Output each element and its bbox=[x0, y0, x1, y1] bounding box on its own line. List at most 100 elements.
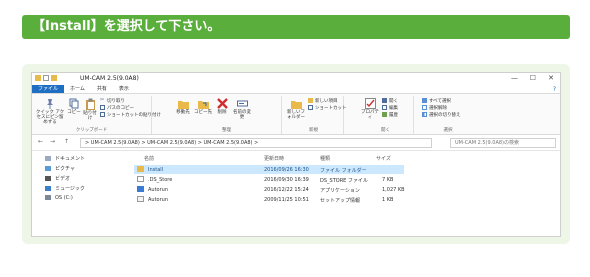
open-icon bbox=[382, 98, 387, 103]
group-new: 新しいフォルダー 新しい項目 ショートカット 新規 bbox=[284, 96, 347, 134]
file-size: 1 KB bbox=[382, 197, 394, 203]
maximize-button[interactable]: ☐ bbox=[530, 74, 536, 82]
nav-item-documents[interactable]: ドキュメント bbox=[45, 155, 85, 162]
properties-icon[interactable] bbox=[43, 75, 49, 81]
copy-button[interactable]: コピー bbox=[67, 98, 81, 115]
setup-info-icon bbox=[137, 196, 144, 202]
music-icon bbox=[45, 186, 51, 191]
tab-view[interactable]: 表示 bbox=[113, 85, 135, 93]
history-icon bbox=[382, 112, 387, 117]
file-name: Autorun bbox=[148, 197, 169, 203]
file-name: .DS_Store bbox=[148, 177, 173, 183]
cut-button[interactable]: ✂ 切り取り bbox=[100, 98, 125, 105]
pin-icon bbox=[47, 99, 53, 109]
file-type: DS_STORE ファイル bbox=[320, 178, 368, 184]
file-type: ファイル フォルダー bbox=[320, 168, 367, 174]
close-button[interactable]: ✕ bbox=[548, 74, 554, 82]
shortcut-icon bbox=[100, 112, 105, 117]
drive-icon bbox=[45, 195, 51, 200]
select-all-button[interactable]: すべて選択 bbox=[422, 98, 451, 105]
select-all-icon bbox=[422, 98, 427, 103]
window-title: UM-CAM 2.5(9.0A8) bbox=[80, 75, 139, 82]
file-row-ds-store[interactable]: .DS_Store 2016/09/30 16:39 DS_STORE ファイル… bbox=[134, 175, 404, 184]
group-label-clipboard: クリップボード bbox=[75, 128, 108, 133]
file-row-autorun-inf[interactable]: Autorun 2009/11/25 10:51 セットアップ情報 1 KB bbox=[134, 195, 404, 204]
nav-item-videos[interactable]: ビデオ bbox=[45, 175, 70, 182]
forward-button[interactable]: → bbox=[50, 138, 55, 145]
new-item-button[interactable]: 新しい項目 bbox=[308, 98, 338, 105]
rename-icon bbox=[236, 100, 248, 107]
pin-quick-access-button[interactable]: クイック アクセスにピン留めする bbox=[35, 98, 65, 125]
move-folder-icon bbox=[177, 101, 189, 109]
delete-button[interactable]: 削除 bbox=[214, 98, 230, 115]
ribbon: クイック アクセスにピン留めする コピー 貼り付け ✂ 切り取り パスのコピー シ… bbox=[32, 94, 560, 135]
file-size: 1,027 KB bbox=[382, 187, 405, 193]
new-folder-icon[interactable] bbox=[51, 75, 57, 81]
group-open: プロパティ 開く 編集 履歴 開く bbox=[358, 96, 414, 134]
tab-file[interactable]: ファイル bbox=[32, 85, 65, 93]
nav-item-music[interactable]: ミュージック bbox=[45, 185, 85, 192]
history-button[interactable]: 履歴 bbox=[382, 112, 398, 119]
file-name: Autorun bbox=[148, 187, 169, 193]
file-row-autorun-exe[interactable]: Autorun 2016/12/22 15:24 アプリケーション 1,027 … bbox=[134, 185, 405, 194]
nav-item-pictures[interactable]: ピクチャ bbox=[45, 165, 75, 172]
new-item-icon bbox=[308, 98, 313, 103]
title-bar: UM-CAM 2.5(9.0A8) — ☐ ✕ bbox=[32, 73, 560, 85]
column-header-date[interactable]: 更新日時 bbox=[264, 155, 284, 162]
ribbon-tabs: ファイル ホーム 共有 表示 ? bbox=[32, 85, 560, 94]
help-icon[interactable]: ? bbox=[553, 85, 556, 94]
easy-access-button[interactable]: ショートカット bbox=[308, 105, 347, 112]
address-bar-row: ← → ↑ > UM-CAM 2.5(9.0A8) > UM-CAM 2.5(9… bbox=[32, 135, 560, 151]
application-icon bbox=[137, 186, 144, 192]
nav-item-os-drive[interactable]: OS (C:) bbox=[45, 195, 73, 201]
back-button[interactable]: ← bbox=[38, 138, 43, 145]
copy-folder-icon bbox=[197, 101, 209, 109]
new-folder-button[interactable]: 新しいフォルダー bbox=[286, 98, 306, 120]
navigation-pane: ドキュメント ピクチャ ビデオ ミュージック OS (C:) bbox=[32, 152, 128, 236]
group-select: すべて選択 選択解除 選択の切り替え 選択 bbox=[418, 96, 478, 134]
column-header-type[interactable]: 種類 bbox=[320, 155, 330, 162]
scissors-icon: ✂ bbox=[100, 97, 105, 103]
tab-share[interactable]: 共有 bbox=[91, 85, 113, 93]
properties-button[interactable]: プロパティ bbox=[360, 98, 380, 120]
search-input[interactable]: UM-CAM 2.5(9.0A8)の検索 bbox=[450, 138, 556, 148]
invert-selection-icon bbox=[422, 112, 427, 117]
group-organize: 移動先 コピー先 削除 名前の変更 整理 bbox=[172, 96, 282, 134]
properties-check-icon bbox=[364, 98, 376, 109]
invert-selection-button[interactable]: 選択の切り替え bbox=[422, 112, 461, 119]
documents-icon bbox=[45, 156, 51, 161]
file-date: 2016/09/30 16:39 bbox=[264, 177, 309, 183]
move-to-button[interactable]: 移動先 bbox=[174, 98, 192, 115]
select-none-button[interactable]: 選択解除 bbox=[422, 105, 447, 112]
file-type: アプリケーション bbox=[320, 188, 360, 194]
open-button[interactable]: 開く bbox=[382, 98, 398, 105]
address-bar[interactable]: > UM-CAM 2.5(9.0A8) > UM-CAM 2.5(9.0A8) … bbox=[80, 138, 432, 148]
tab-home[interactable]: ホーム bbox=[64, 85, 91, 93]
file-type: セットアップ情報 bbox=[320, 198, 361, 204]
file-row-install[interactable]: Install 2016/09/26 16:30 ファイル フォルダー bbox=[134, 165, 404, 174]
clipboard-icon bbox=[85, 98, 95, 110]
up-button[interactable]: ↑ bbox=[64, 138, 69, 145]
copy-path-button[interactable]: パスのコピー bbox=[100, 105, 134, 112]
instruction-banner: 【Install】を選択して下さい。 bbox=[22, 15, 570, 39]
file-date: 2016/09/26 16:30 bbox=[264, 167, 309, 173]
folder-icon[interactable] bbox=[35, 75, 41, 81]
group-label-open: 開く bbox=[381, 128, 390, 133]
folder-icon bbox=[137, 166, 144, 172]
minimize-button[interactable]: — bbox=[511, 74, 518, 82]
paste-button[interactable]: 貼り付け bbox=[82, 98, 98, 121]
new-folder-icon bbox=[290, 101, 302, 109]
file-list: 名前 更新日時 種類 サイズ Install 2016/09/26 16:30 … bbox=[130, 152, 560, 236]
edit-button[interactable]: 編集 bbox=[382, 105, 398, 112]
copy-icon bbox=[69, 98, 79, 109]
copy-to-button[interactable]: コピー先 bbox=[194, 98, 212, 115]
column-header-size[interactable]: サイズ bbox=[376, 155, 391, 162]
paste-shortcut-button[interactable]: ショートカットの貼り付け bbox=[100, 112, 161, 119]
group-clipboard: クイック アクセスにピン留めする コピー 貼り付け ✂ 切り取り パスのコピー シ… bbox=[32, 96, 161, 134]
file-date: 2016/12/22 15:24 bbox=[264, 187, 309, 193]
column-header-name[interactable]: 名前 bbox=[144, 155, 154, 162]
edit-icon bbox=[382, 105, 387, 110]
rename-button[interactable]: 名前の変更 bbox=[232, 98, 252, 120]
group-label-organize: 整理 bbox=[222, 128, 231, 133]
videos-icon bbox=[45, 176, 51, 181]
